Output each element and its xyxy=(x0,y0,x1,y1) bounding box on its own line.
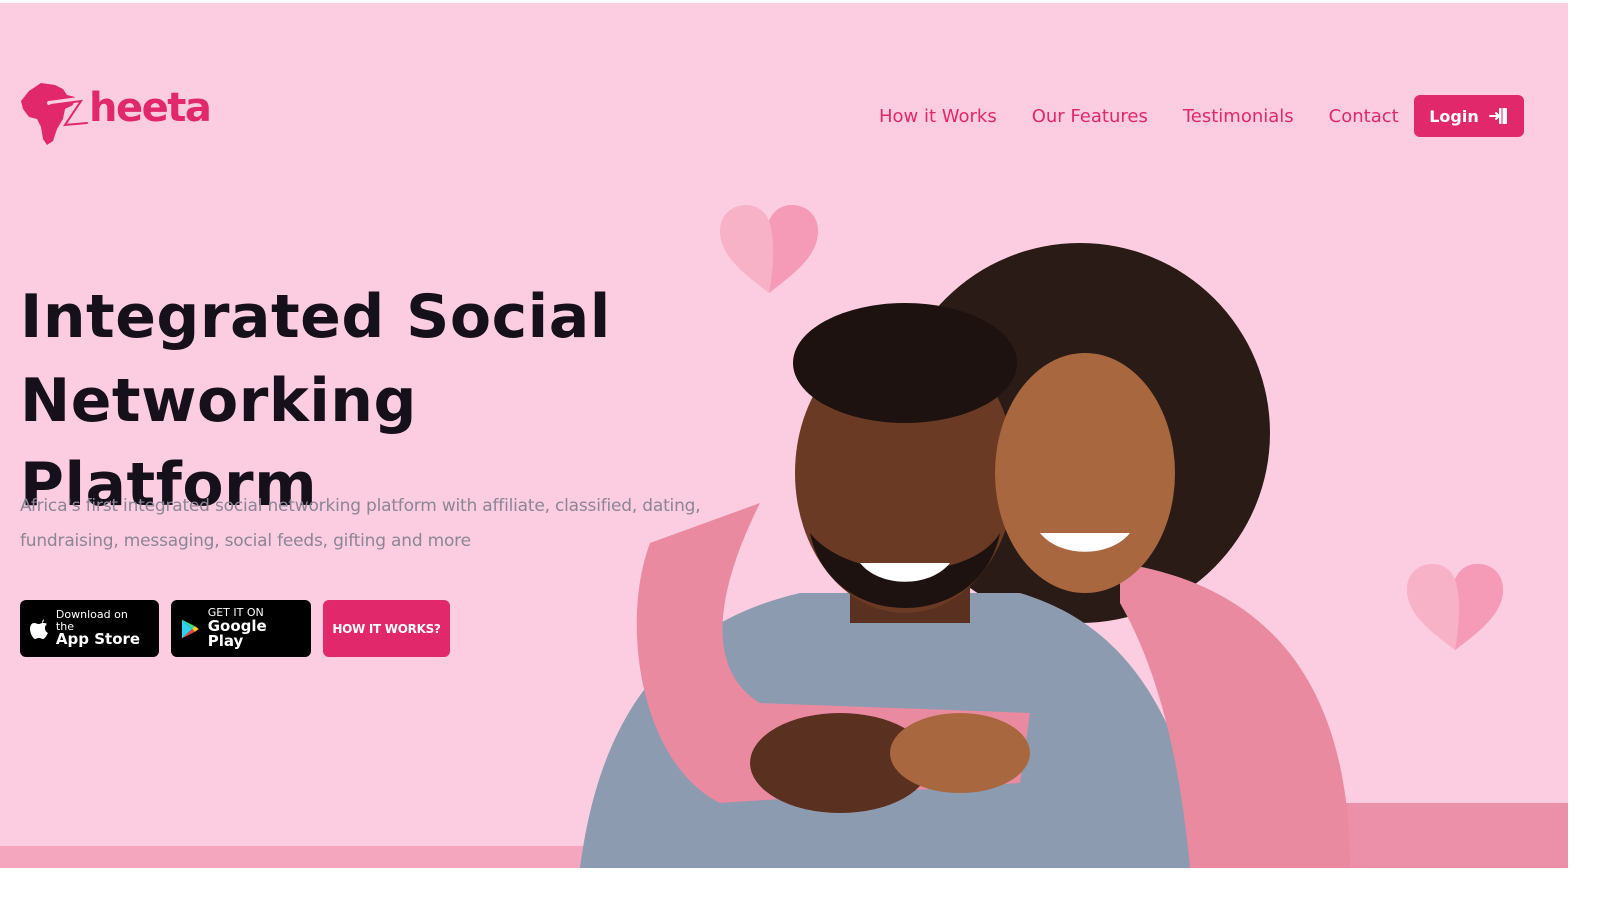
google-play-button[interactable]: GET IT ON Google Play xyxy=(171,600,311,657)
hero-section: heeta How it Works Our Features Testimon… xyxy=(0,3,1568,868)
brand-name: heeta xyxy=(89,85,212,131)
login-label: Login xyxy=(1429,106,1479,126)
smiling-couple-photo xyxy=(580,243,1350,868)
how-it-works-button[interactable]: HOW IT WORKS? xyxy=(323,600,450,657)
nav-testimonials[interactable]: Testimonials xyxy=(1183,106,1294,127)
nav-contact[interactable]: Contact xyxy=(1329,106,1399,127)
nav-our-features[interactable]: Our Features xyxy=(1032,106,1148,127)
app-store-big-text: App Store xyxy=(55,630,141,649)
heart-decor-icon xyxy=(1406,563,1504,651)
app-store-small-text: Download on the xyxy=(55,608,128,633)
login-button[interactable]: Login xyxy=(1414,95,1524,137)
subtext-line-2: fundraising, messaging, social feeds, gi… xyxy=(20,531,471,551)
africa-map-icon xyxy=(21,83,88,145)
google-play-icon xyxy=(181,619,199,638)
main-nav: How it Works Our Features Testimonials C… xyxy=(879,106,1399,127)
page-edge xyxy=(1568,0,1609,905)
login-door-icon xyxy=(1488,108,1507,124)
cta-row: Download on the App Store GET IT ON Goog… xyxy=(20,600,450,657)
nav-how-it-works[interactable]: How it Works xyxy=(879,106,997,127)
app-store-button[interactable]: Download on the App Store xyxy=(20,600,159,657)
apple-icon xyxy=(30,618,48,639)
brand-logo[interactable]: heeta xyxy=(19,79,212,151)
google-play-big-text: Google Play xyxy=(207,616,267,651)
headline-line-1: Integrated Social xyxy=(20,282,611,352)
